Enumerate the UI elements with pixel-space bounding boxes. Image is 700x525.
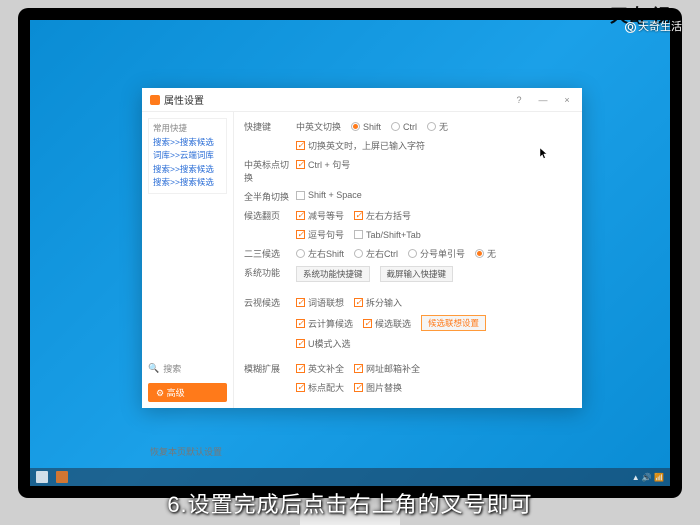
radio-23-1[interactable]: 左右Shift xyxy=(296,247,344,260)
minimize-button[interactable]: — xyxy=(536,95,550,105)
checkbox-img[interactable]: 图片替换 xyxy=(354,381,402,394)
sidebar-group-title: 常用快捷 xyxy=(153,122,222,136)
sidebar-link[interactable]: 搜索>>搜索候选 xyxy=(153,176,222,190)
row-label: 全半角切换 xyxy=(244,190,296,203)
radio-ctrl[interactable]: Ctrl xyxy=(391,122,417,132)
taskbar[interactable]: ▲ 🔊 📶 xyxy=(30,468,670,486)
tray[interactable]: ▲ 🔊 📶 xyxy=(632,473,664,482)
help-button[interactable]: ? xyxy=(512,95,526,105)
row-label: 系统功能 xyxy=(244,266,296,279)
close-button[interactable]: × xyxy=(560,95,574,105)
checkbox-punct2[interactable]: 标点配大 xyxy=(296,381,344,394)
app-logo-icon xyxy=(150,95,160,105)
row-label: 二三候选 xyxy=(244,247,296,260)
search-icon: 🔍 xyxy=(148,363,159,374)
checkbox-assoc[interactable]: 词语联想 xyxy=(296,296,344,309)
radio-23-3[interactable]: 分号单引号 xyxy=(408,247,465,260)
sidebar-link[interactable]: 搜索>>搜索候选 xyxy=(153,136,222,150)
checkbox-page3[interactable]: 逗号句号 xyxy=(296,228,344,241)
checkbox-eng[interactable]: 英文补全 xyxy=(296,362,344,375)
start-icon[interactable] xyxy=(36,471,48,483)
checkbox-page1[interactable]: 减号等号 xyxy=(296,209,344,222)
sidebar: 常用快捷 搜索>>搜索候选 词库>>云端词库 搜索>>搜索候选 搜索>>搜索候选… xyxy=(142,112,234,408)
radio-23-4[interactable]: 无 xyxy=(475,247,496,260)
video-caption: 6.设置完成后点击右上角的叉号即可 xyxy=(0,487,700,519)
checkbox-punct[interactable]: Ctrl + 句号 xyxy=(296,158,350,171)
radio-23-2[interactable]: 左右Ctrl xyxy=(354,247,398,260)
sidebar-link[interactable]: 词库>>云端词库 xyxy=(153,149,222,163)
dialog-title: 属性设置 xyxy=(164,92,204,107)
sidebar-search[interactable]: 🔍搜索 xyxy=(148,362,227,375)
radio-none[interactable]: 无 xyxy=(427,120,448,133)
checkbox-page2[interactable]: 左右方括号 xyxy=(354,209,411,222)
screenshot-hotkey-button[interactable]: 截屏输入快捷键 xyxy=(380,266,454,282)
row-label: 候选翻页 xyxy=(244,209,296,222)
watermark-sub: Q天奇生活 xyxy=(625,18,682,34)
radio-shift[interactable]: Shift xyxy=(351,122,381,132)
reset-defaults-link[interactable]: 恢复本页默认设置 xyxy=(150,445,222,458)
checkbox-page4[interactable]: Tab/Shift+Tab xyxy=(354,230,421,240)
checkbox-cand[interactable]: 候选联选 xyxy=(363,317,411,330)
sys-hotkey-button[interactable]: 系统功能快捷键 xyxy=(296,266,370,282)
sub-label: 中英文切换 xyxy=(296,120,341,133)
checkbox-umode[interactable]: U模式入选 xyxy=(296,337,351,350)
settings-dialog: 属性设置 ? — × 常用快捷 搜索>>搜索候选 词库>>云端词库 搜索>>搜索… xyxy=(142,88,582,408)
row-label: 模糊扩展 xyxy=(244,362,296,375)
row-label: 云视候选 xyxy=(244,296,296,309)
row-label: 快捷键 xyxy=(244,120,296,133)
advanced-button[interactable]: ⚙ 高级 xyxy=(148,383,227,402)
row-label: 中英标点切换 xyxy=(244,158,296,184)
assoc-settings-button[interactable]: 候选联想设置 xyxy=(421,315,486,331)
checkbox-url[interactable]: 网址邮箱补全 xyxy=(354,362,420,375)
taskbar-app-icon[interactable] xyxy=(56,471,68,483)
checkbox-cloud[interactable]: 云计算候选 xyxy=(296,317,353,330)
checkbox-commit[interactable]: 切换英文时，上屏已输入字符 xyxy=(296,139,425,152)
sidebar-link[interactable]: 搜索>>搜索候选 xyxy=(153,163,222,177)
checkbox-fullhalf[interactable]: Shift + Space xyxy=(296,190,362,200)
checkbox-split[interactable]: 拆分输入 xyxy=(354,296,402,309)
